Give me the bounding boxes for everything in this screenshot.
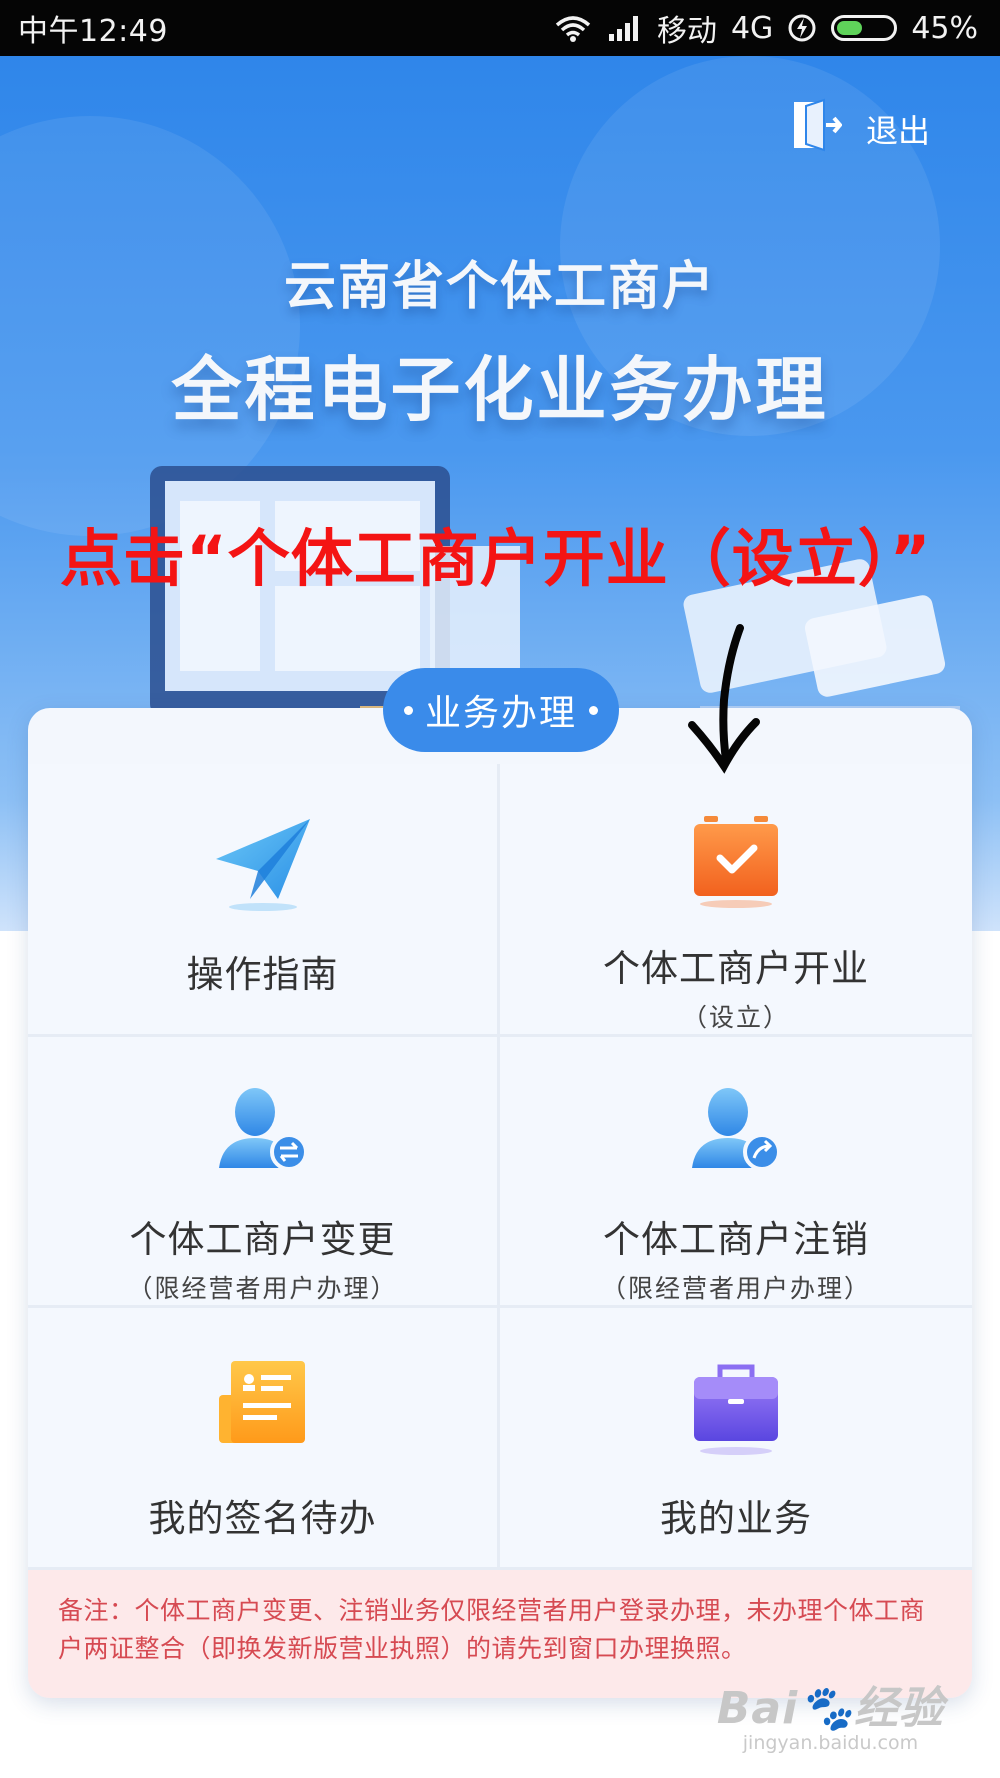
document-icon [208,1350,318,1460]
calendar-check-icon [681,806,791,910]
wifi-icon [553,13,593,43]
service-sublabel: （限经营者用户办理） [600,1274,871,1303]
battery-icon [831,15,898,41]
service-item-cancel[interactable]: 个体工商户注销 （限经营者用户办理） [500,1037,972,1308]
section-label: 业务办理 [424,693,577,734]
signal-icon [607,14,643,42]
service-sublabel: （设立） [681,1003,790,1032]
battery-percent: 45% [911,10,978,46]
carrier-name: 移动 [656,14,717,49]
status-time: 中午12:49 [18,14,168,49]
service-label: 我的业务 [660,1497,812,1540]
service-grid: 操作指南 个体工商户开业 （设立） 个体工商户变更 （限经营者用户办理） 个体工… [28,764,972,1570]
service-item-my-business[interactable]: 我的业务 [500,1308,972,1570]
dot-icon [589,705,598,715]
baidu-jingyan-watermark: Bai🐾经验 jingyan.baidu.com [717,1672,944,1754]
paper-plane-icon [208,806,318,916]
service-label: 个体工商户变更 [129,1218,396,1261]
instruction-annotation: 点击“个体工商户开业（设立）” [60,522,932,595]
service-label: 个体工商户注销 [603,1218,869,1261]
service-item-change[interactable]: 个体工商户变更 （限经营者用户办理） [28,1037,500,1308]
service-item-open-business[interactable]: 个体工商户开业 （设立） [500,764,972,1037]
charging-icon [787,13,817,43]
exit-label: 退出 [865,112,930,150]
page-title: 云南省个体工商户 [283,257,716,317]
service-label: 我的签名待办 [148,1497,377,1540]
service-card: 操作指南 个体工商户开业 （设立） 个体工商户变更 （限经营者用户办理） 个体工… [28,708,972,1698]
dot-icon [403,705,413,715]
briefcase-icon [681,1350,791,1460]
watermark-logo: Bai🐾经验 [716,1683,944,1734]
service-item-guide[interactable]: 操作指南 [28,764,500,1037]
section-label-pill: 业务办理 [383,668,619,752]
status-indicators: 移动 4G 45% [553,6,978,50]
user-change-icon [208,1079,318,1181]
watermark-url: jingyan.baidu.com [742,1732,919,1754]
service-label: 个体工商户开业 [603,947,869,990]
exit-icon [790,98,843,160]
service-sublabel: （限经营者用户办理） [127,1274,398,1303]
service-label: 操作指南 [186,953,339,996]
arrow-down-icon [688,624,760,774]
exit-button[interactable]: 退出 [790,98,930,160]
battery-level [837,21,862,35]
status-bar: 中午12:49 移动 4G 45% [0,0,1000,56]
user-cancel-icon [681,1079,791,1181]
network-type: 4G [730,10,774,46]
service-item-signature-todo[interactable]: 我的签名待办 [28,1308,500,1570]
